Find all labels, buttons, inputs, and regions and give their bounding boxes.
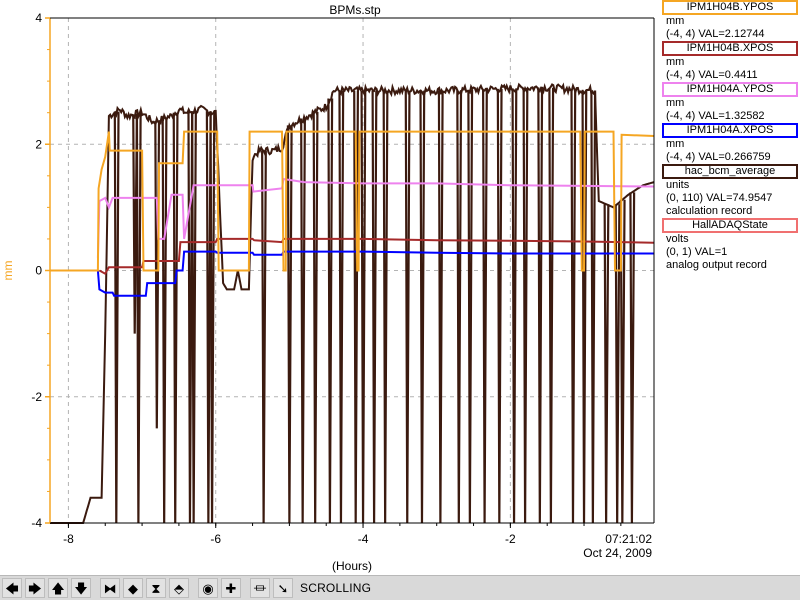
bcm-trip bbox=[603, 204, 610, 524]
axis-layer: -4 -2 0 2 4 mm -8 -6 -4 -2 07:21:02Oct 24, 2009 (Ho… bbox=[1, 11, 655, 573]
bcm-trip bbox=[261, 150, 267, 524]
x-tick-label: -8 bbox=[63, 532, 74, 546]
legend-entry-units: units bbox=[666, 179, 690, 191]
y-tick-label: 4 bbox=[35, 11, 42, 25]
bcm-trip bbox=[161, 118, 168, 524]
x-axis-label: (Hours) bbox=[332, 559, 372, 573]
legend-entry-value: (-4, 4) VAL=0.266759 bbox=[666, 151, 771, 163]
auto-scale-button[interactable]: ◉ bbox=[198, 578, 218, 598]
zoom-in-x-button[interactable]: ⧓ bbox=[100, 578, 120, 598]
end-time-label: 07:21:02 bbox=[605, 532, 652, 546]
auto-scale-icon: ◉ bbox=[202, 580, 214, 596]
pan-up-icon: 🡅 bbox=[51, 580, 65, 596]
bcm-trip bbox=[404, 90, 411, 524]
bcm-trip bbox=[327, 98, 334, 524]
y-tick-label: -4 bbox=[31, 516, 42, 530]
legend: IPM1H04B.YPOS mm (-4, 4) VAL=2.12744 IPM1H0… bbox=[656, 0, 800, 272]
legend-entry-value: (-4, 4) VAL=1.32582 bbox=[666, 110, 765, 122]
bcm-trip bbox=[382, 90, 389, 524]
scroll-toggle-button[interactable]: ⏛ bbox=[250, 578, 270, 598]
legend-entry-name: IPM1H04A.YPOS bbox=[662, 82, 798, 97]
bcm-trip bbox=[511, 88, 518, 524]
zoom-out-y-button[interactable]: ⬘ bbox=[169, 578, 189, 598]
zoom-out-x-button[interactable]: ◆ bbox=[123, 578, 143, 598]
bcm-trip bbox=[419, 90, 426, 524]
legend-entry-value: (0, 110) VAL=74.9547 bbox=[666, 192, 773, 204]
bcm-trip bbox=[191, 111, 197, 524]
legend-entry-name: IPM1H04A.XPOS bbox=[662, 123, 798, 138]
pan-up-button[interactable]: 🡅 bbox=[48, 578, 68, 598]
zoom-reset-button[interactable]: ✚ bbox=[221, 578, 241, 598]
bcm-trip bbox=[135, 113, 142, 524]
legend-entry[interactable]: IPM1H04A.XPOS mm (-4, 4) VAL=0.266759 bbox=[656, 123, 800, 164]
zoom-reset-icon: ✚ bbox=[225, 580, 237, 596]
end-date-label: Oct 24, 2009 bbox=[583, 546, 652, 560]
bcm-trip bbox=[338, 90, 345, 524]
scrolling-status: SCROLLING bbox=[300, 581, 372, 595]
legend-entry-name: hac_bcm_average bbox=[662, 164, 798, 179]
toolbar: 🡄 🡆 🡅 🡇 ⧓ ◆ ⧗ ⬘ ◉ ✚ ⏛ ➘ SCROLLING bbox=[0, 575, 800, 600]
legend-entry-name: IPM1H04B.XPOS bbox=[662, 41, 798, 56]
x-tick-label: -2 bbox=[505, 532, 516, 546]
bcm-trip bbox=[172, 112, 179, 524]
legend-entry-value: (-4, 4) VAL=0.4411 bbox=[666, 69, 758, 81]
y-tick-label: 0 bbox=[35, 264, 42, 278]
legend-entry[interactable]: IPM1H04A.YPOS mm (-4, 4) VAL=1.32582 bbox=[656, 82, 800, 123]
bcm-trip bbox=[590, 90, 597, 524]
legend-entry-units: mm bbox=[666, 97, 685, 109]
legend-entry[interactable]: hac_bcm_average units (0, 110) VAL=74.9547… bbox=[656, 164, 800, 218]
legend-entry-name: IPM1H04B.YPOS bbox=[662, 0, 798, 15]
pan-left-button[interactable]: 🡄 bbox=[2, 578, 22, 598]
pan-right-button[interactable]: 🡆 bbox=[25, 578, 45, 598]
legend-entry-value: (0, 1) VAL=1 bbox=[666, 246, 728, 258]
x-tick-label: -6 bbox=[210, 532, 221, 546]
pointer-icon: ➘ bbox=[277, 580, 289, 596]
bcm-trip bbox=[496, 88, 503, 524]
y-tick-label: 2 bbox=[35, 137, 42, 151]
zoom-out-y-icon: ⬘ bbox=[174, 580, 184, 596]
legend-entry[interactable]: IPM1H04B.XPOS mm (-4, 4) VAL=0.4411 bbox=[656, 41, 800, 82]
bcm-trip bbox=[570, 89, 577, 524]
legend-entry-value: (-4, 4) VAL=2.12744 bbox=[666, 28, 765, 40]
zoom-in-y-button[interactable]: ⧗ bbox=[146, 578, 166, 598]
legend-entry[interactable]: HallADAQState volts (0, 1) VAL=1 analog out… bbox=[656, 218, 800, 272]
zoom-in-y-icon: ⧗ bbox=[151, 580, 161, 596]
zoom-out-x-icon: ◆ bbox=[128, 580, 138, 596]
legend-entry-name: HallADAQState bbox=[662, 218, 798, 233]
y-tick-label: -2 bbox=[31, 390, 42, 404]
bcm-trip bbox=[300, 118, 306, 524]
bcm-trip bbox=[522, 88, 529, 524]
legend-entry-units: mm bbox=[666, 56, 685, 68]
bcm-trip bbox=[209, 111, 216, 524]
legend-entry-record-type: analog output record bbox=[666, 259, 767, 271]
pan-down-button[interactable]: 🡇 bbox=[71, 578, 91, 598]
scroll-toggle-icon: ⏛ bbox=[253, 580, 267, 596]
bcm-trip bbox=[467, 89, 474, 524]
series-layer bbox=[50, 82, 655, 524]
bcm-trip bbox=[437, 90, 444, 524]
bcm-trip bbox=[456, 90, 463, 524]
bcm-trip bbox=[482, 89, 488, 524]
pointer-button[interactable]: ➘ bbox=[273, 578, 293, 598]
bcm-trip bbox=[286, 125, 293, 524]
legend-entry[interactable]: IPM1H04B.YPOS mm (-4, 4) VAL=2.12744 bbox=[656, 0, 800, 41]
legend-entry-units: mm bbox=[666, 138, 685, 150]
zoom-in-x-icon: ⧓ bbox=[103, 580, 117, 596]
bcm-trip bbox=[113, 111, 120, 524]
bcm-trip bbox=[371, 90, 378, 524]
y-axis-label: mm bbox=[1, 261, 15, 281]
x-tick-label: -4 bbox=[358, 532, 369, 546]
legend-entry-record-type: calculation record bbox=[666, 205, 753, 217]
pan-right-icon: 🡆 bbox=[28, 580, 42, 596]
legend-entry-units: mm bbox=[666, 15, 685, 27]
bcm-trip bbox=[548, 87, 555, 524]
bcm-trip bbox=[312, 112, 319, 524]
bcm-trip bbox=[537, 87, 544, 524]
pan-down-icon: 🡇 bbox=[74, 580, 88, 596]
legend-entry-units: volts bbox=[666, 233, 689, 245]
bcm-trip bbox=[614, 204, 621, 524]
pan-left-icon: 🡄 bbox=[5, 580, 19, 596]
